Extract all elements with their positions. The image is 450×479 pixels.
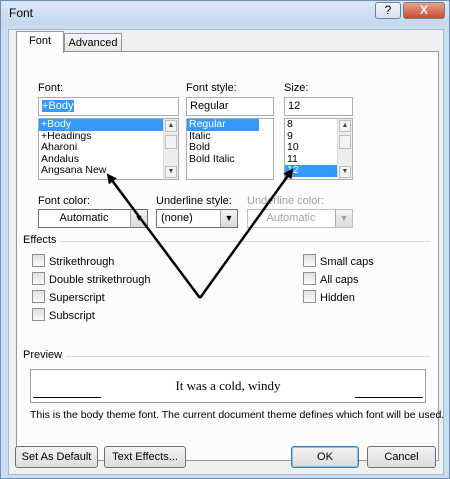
- effects-divider: [25, 241, 430, 242]
- window-title: Font: [9, 6, 34, 20]
- checkbox-box[interactable]: [32, 254, 45, 267]
- all-caps-label: All caps: [320, 274, 359, 286]
- scroll-down-icon[interactable]: ▼: [339, 166, 351, 178]
- superscript-checkbox[interactable]: Superscript: [32, 290, 105, 304]
- underline-color-label: Underline color:: [247, 195, 325, 207]
- font-dialog-window: Font ? X Font Advanced Font: +Body +Body…: [0, 0, 450, 479]
- close-icon: X: [419, 3, 428, 17]
- font-label: Font:: [38, 82, 64, 94]
- title-bar: Font ? X: [1, 1, 449, 25]
- underline-style-label: Underline style:: [156, 195, 232, 207]
- underline-style-value: (none): [161, 212, 193, 224]
- font-list-scrollbar[interactable]: ▲ ▼: [163, 119, 178, 179]
- superscript-label: Superscript: [49, 292, 105, 304]
- scroll-down-icon[interactable]: ▼: [165, 166, 177, 178]
- scroll-thumb[interactable]: [339, 135, 351, 149]
- set-as-default-button[interactable]: Set As Default: [15, 446, 98, 468]
- font-list[interactable]: +Body +Headings Aharoni Andalus Angsana New …: [38, 118, 179, 180]
- small-caps-checkbox[interactable]: Small caps: [303, 254, 374, 268]
- font-style-list-item[interactable]: Bold Italic: [187, 153, 273, 166]
- size-label: Size:: [284, 82, 309, 94]
- font-style-list[interactable]: Regular Italic Bold Bold Italic: [186, 118, 274, 180]
- help-icon: ?: [384, 3, 392, 17]
- subscript-label: Subscript: [49, 310, 95, 322]
- scroll-up-icon[interactable]: ▲: [165, 120, 177, 132]
- font-list-item[interactable]: +Body: [39, 119, 164, 131]
- chevron-down-icon: ▼: [220, 210, 237, 227]
- tab-advanced-label: Advanced: [68, 37, 118, 49]
- preview-sample-text: It was a cold, windy: [175, 378, 281, 393]
- font-list-item[interactable]: Angsana New: [39, 164, 178, 177]
- size-input-value: 12: [288, 100, 301, 112]
- preview-divider: [25, 356, 430, 357]
- strikethrough-checkbox[interactable]: Strikethrough: [32, 254, 114, 268]
- size-input[interactable]: 12: [284, 97, 353, 116]
- font-style-list-item[interactable]: Bold: [187, 141, 273, 154]
- tab-font[interactable]: Font: [16, 31, 64, 53]
- preview-rule-right: [355, 397, 423, 398]
- preview-rule-left: [33, 397, 101, 398]
- font-style-list-item[interactable]: Regular: [187, 119, 259, 131]
- chevron-down-icon: ▼: [130, 210, 147, 227]
- cancel-button[interactable]: Cancel: [367, 446, 436, 468]
- font-style-label: Font style:: [186, 82, 237, 94]
- chevron-down-icon: ▼: [335, 210, 352, 227]
- font-input-value: +Body: [42, 100, 74, 112]
- font-input[interactable]: +Body: [38, 97, 179, 116]
- small-caps-label: Small caps: [320, 256, 374, 268]
- close-button[interactable]: X: [403, 2, 445, 19]
- font-tab-panel: Font: +Body +Body +Headings Aharoni Andalus…: [16, 51, 444, 461]
- underline-color-select: Automatic ▼: [247, 209, 353, 228]
- preview-box: It was a cold, windy: [30, 369, 426, 403]
- font-list-item[interactable]: Aharoni: [39, 141, 178, 154]
- scroll-up-icon[interactable]: ▲: [339, 120, 351, 132]
- checkbox-box[interactable]: [303, 290, 316, 303]
- tab-font-label: Font: [28, 35, 51, 47]
- underline-style-select[interactable]: (none) ▼: [156, 209, 238, 228]
- preview-description: This is the body theme font. The current…: [30, 409, 445, 421]
- checkbox-box[interactable]: [32, 308, 45, 321]
- checkbox-box[interactable]: [32, 290, 45, 303]
- help-button[interactable]: ?: [375, 2, 401, 19]
- checkbox-box[interactable]: [303, 254, 316, 267]
- hidden-label: Hidden: [320, 292, 355, 304]
- ok-button[interactable]: OK: [291, 446, 359, 468]
- scroll-thumb[interactable]: [165, 135, 177, 149]
- size-list-scrollbar[interactable]: ▲ ▼: [337, 119, 352, 179]
- effects-heading: Effects: [23, 234, 61, 246]
- checkbox-box[interactable]: [303, 272, 316, 285]
- tab-advanced[interactable]: Advanced: [64, 33, 122, 53]
- text-effects-button[interactable]: Text Effects...: [104, 446, 186, 468]
- double-strikethrough-checkbox[interactable]: Double strikethrough: [32, 272, 151, 286]
- font-color-label: Font color:: [38, 195, 90, 207]
- underline-color-value: Automatic: [266, 212, 316, 224]
- hidden-checkbox[interactable]: Hidden: [303, 290, 355, 304]
- font-color-select[interactable]: Automatic ▼: [38, 209, 148, 228]
- strikethrough-label: Strikethrough: [49, 256, 115, 268]
- dialog-client-area: Font Advanced Font: +Body +Body +Headings…: [8, 29, 444, 475]
- checkbox-box[interactable]: [32, 272, 45, 285]
- double-strikethrough-label: Double strikethrough: [49, 274, 151, 286]
- font-style-input[interactable]: Regular: [186, 97, 274, 116]
- size-list[interactable]: 8 9 10 11 12 ▲ ▼: [284, 118, 353, 180]
- all-caps-checkbox[interactable]: All caps: [303, 272, 359, 286]
- font-style-input-value: Regular: [190, 100, 229, 112]
- font-color-value: Automatic: [59, 212, 109, 224]
- size-list-item[interactable]: 12: [285, 164, 338, 177]
- subscript-checkbox[interactable]: Subscript: [32, 308, 95, 322]
- preview-heading: Preview: [23, 349, 67, 361]
